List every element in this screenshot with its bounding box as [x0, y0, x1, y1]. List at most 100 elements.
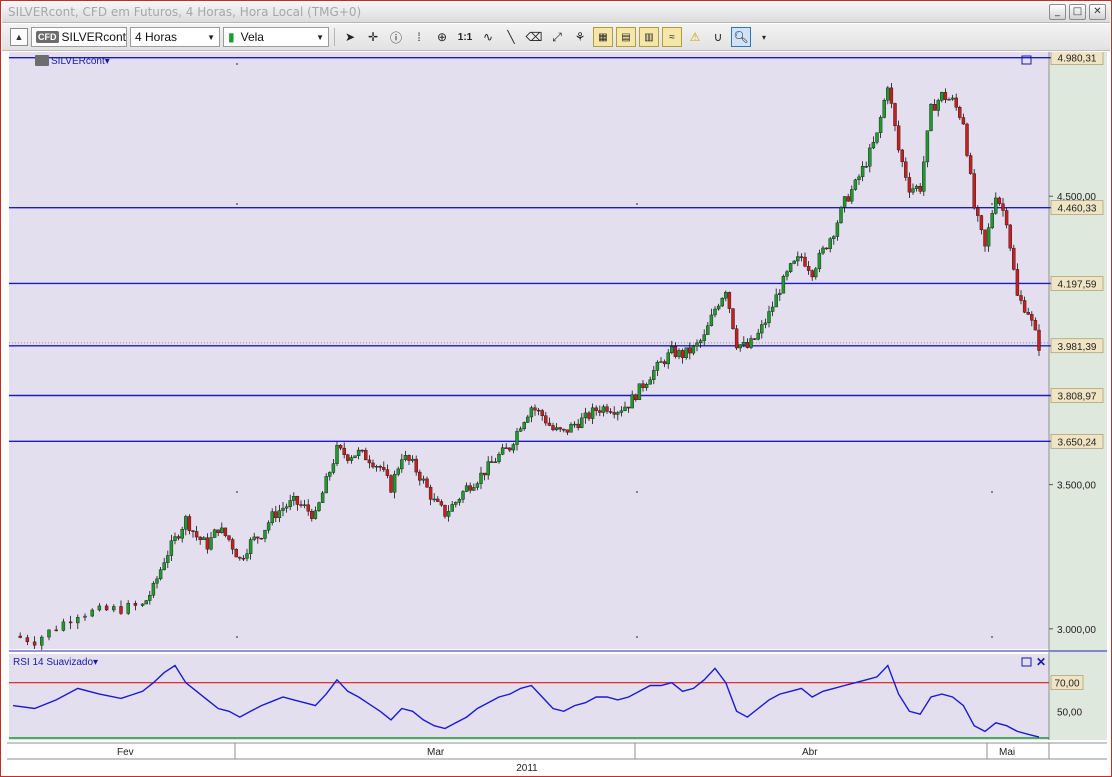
candle-down [547, 422, 552, 426]
candle-up [616, 412, 620, 415]
candle-up [821, 247, 825, 254]
template-icon[interactable]: ▤ [616, 27, 636, 47]
candle-up [403, 455, 408, 460]
template-icon[interactable]: ≈ [662, 27, 682, 47]
candle-up [720, 297, 724, 307]
candle-down [965, 123, 969, 156]
close-rsi-icon: ✕ [1036, 655, 1046, 669]
candle-up [590, 407, 595, 419]
candle-down [641, 383, 645, 388]
template-icon[interactable]: ▥ [639, 27, 659, 47]
zoom-icon[interactable]: ⊕ [432, 27, 452, 47]
template-icon[interactable]: ▦ [593, 27, 613, 47]
candle-up [396, 468, 400, 475]
candle-up [450, 504, 454, 512]
timeframe-select[interactable]: 4 Horas ▼ [130, 27, 220, 47]
grid-dot [236, 203, 238, 205]
candle-down [436, 498, 440, 502]
candle-down [896, 125, 901, 151]
candle-down [32, 641, 37, 646]
candle-down [360, 449, 364, 452]
candle-up [709, 314, 714, 326]
symbol-field[interactable]: CFD SILVERcont [31, 27, 127, 47]
candle-down [688, 347, 692, 354]
price-chart[interactable]: 4.980,31 4.460,33 4.197,59 3.981,39 3.808,97… [7, 50, 1107, 775]
candle-down [799, 256, 804, 258]
candle-up [583, 412, 588, 419]
candle-down [1030, 314, 1034, 321]
candle-up [166, 555, 170, 563]
alert-icon[interactable]: ⚠ [685, 27, 705, 47]
info-icon[interactable]: ⓘ [386, 27, 406, 47]
candle-down [893, 103, 897, 126]
candle-up [252, 536, 256, 540]
candle-down [673, 346, 678, 357]
candle-down [508, 447, 512, 451]
candle-up [684, 347, 688, 358]
candle-down [605, 406, 609, 412]
candle-down [1001, 203, 1005, 211]
levels-icon[interactable]: ⚘ [570, 27, 590, 47]
candle-up [302, 504, 307, 506]
candle-up [749, 338, 753, 348]
pointer-icon[interactable]: ➤ [340, 27, 360, 47]
candle-up [882, 100, 886, 118]
minimize-button[interactable]: _ [1049, 4, 1066, 20]
candle-up [40, 636, 44, 646]
candle-up [202, 537, 206, 540]
candle-down [439, 501, 444, 506]
candle-down [972, 173, 976, 209]
indicator-icon[interactable]: ∿ [478, 27, 498, 47]
candle-up [374, 466, 379, 468]
month-label: Mai [999, 747, 1015, 758]
grid-icon[interactable]: ⁞ [409, 27, 429, 47]
crosshair-icon[interactable]: ✛ [363, 27, 383, 47]
candle-down [468, 485, 472, 491]
candle-down [198, 536, 202, 540]
trading-window: SILVERcont, CFD em Futuros, 4 Horas, Hor… [0, 0, 1112, 777]
candle-up [886, 87, 890, 101]
candle-up [580, 417, 584, 428]
magnet-icon[interactable]: ∪ [708, 27, 728, 47]
overflow-icon[interactable]: ▾ [754, 27, 774, 47]
candle-up [990, 213, 994, 228]
zoom-ratio-button[interactable]: 1:1 [455, 27, 475, 47]
candle-down [968, 155, 973, 174]
candle-up [947, 99, 951, 101]
fibonacci-icon[interactable]: ⤢ [547, 27, 567, 47]
candle-down [299, 504, 303, 506]
candle-up [832, 236, 836, 239]
candle-up [288, 500, 292, 507]
search-zoom-icon[interactable]: 🔍︎ [731, 27, 751, 47]
candle-up [860, 166, 865, 178]
line-tool-icon[interactable]: ╲ [501, 27, 521, 47]
candle-down [389, 475, 393, 493]
candle-up [497, 454, 501, 463]
candle-up [868, 147, 872, 167]
chart-style-select[interactable]: ▮ Vela ▼ [223, 27, 329, 47]
candle-down [731, 308, 735, 329]
candle-down [443, 504, 447, 517]
candle-down [1026, 312, 1030, 315]
candle-down [565, 429, 570, 433]
candle-up [454, 502, 458, 505]
candle-up [526, 416, 530, 423]
candle-up [144, 600, 148, 605]
candle-up [281, 507, 285, 511]
close-button[interactable]: ✕ [1089, 4, 1106, 20]
collapse-icon[interactable]: ▲ [10, 28, 28, 46]
candle-up [695, 342, 699, 347]
candle-down [810, 270, 814, 278]
chart-area[interactable]: 4.980,31 4.460,33 4.197,59 3.981,39 3.808,97… [7, 50, 1107, 775]
candle-up [479, 472, 483, 484]
eraser-icon[interactable]: ⌫ [524, 27, 544, 47]
candle-up [702, 334, 706, 341]
grid-dot [991, 636, 993, 638]
candle-up [90, 609, 94, 617]
candle-up [212, 529, 217, 538]
candle-up [929, 104, 933, 131]
timeframe-value: 4 Horas [135, 30, 178, 44]
maximize-button[interactable]: □ [1069, 4, 1086, 20]
candle-down [806, 266, 811, 271]
candle-up [839, 207, 843, 224]
